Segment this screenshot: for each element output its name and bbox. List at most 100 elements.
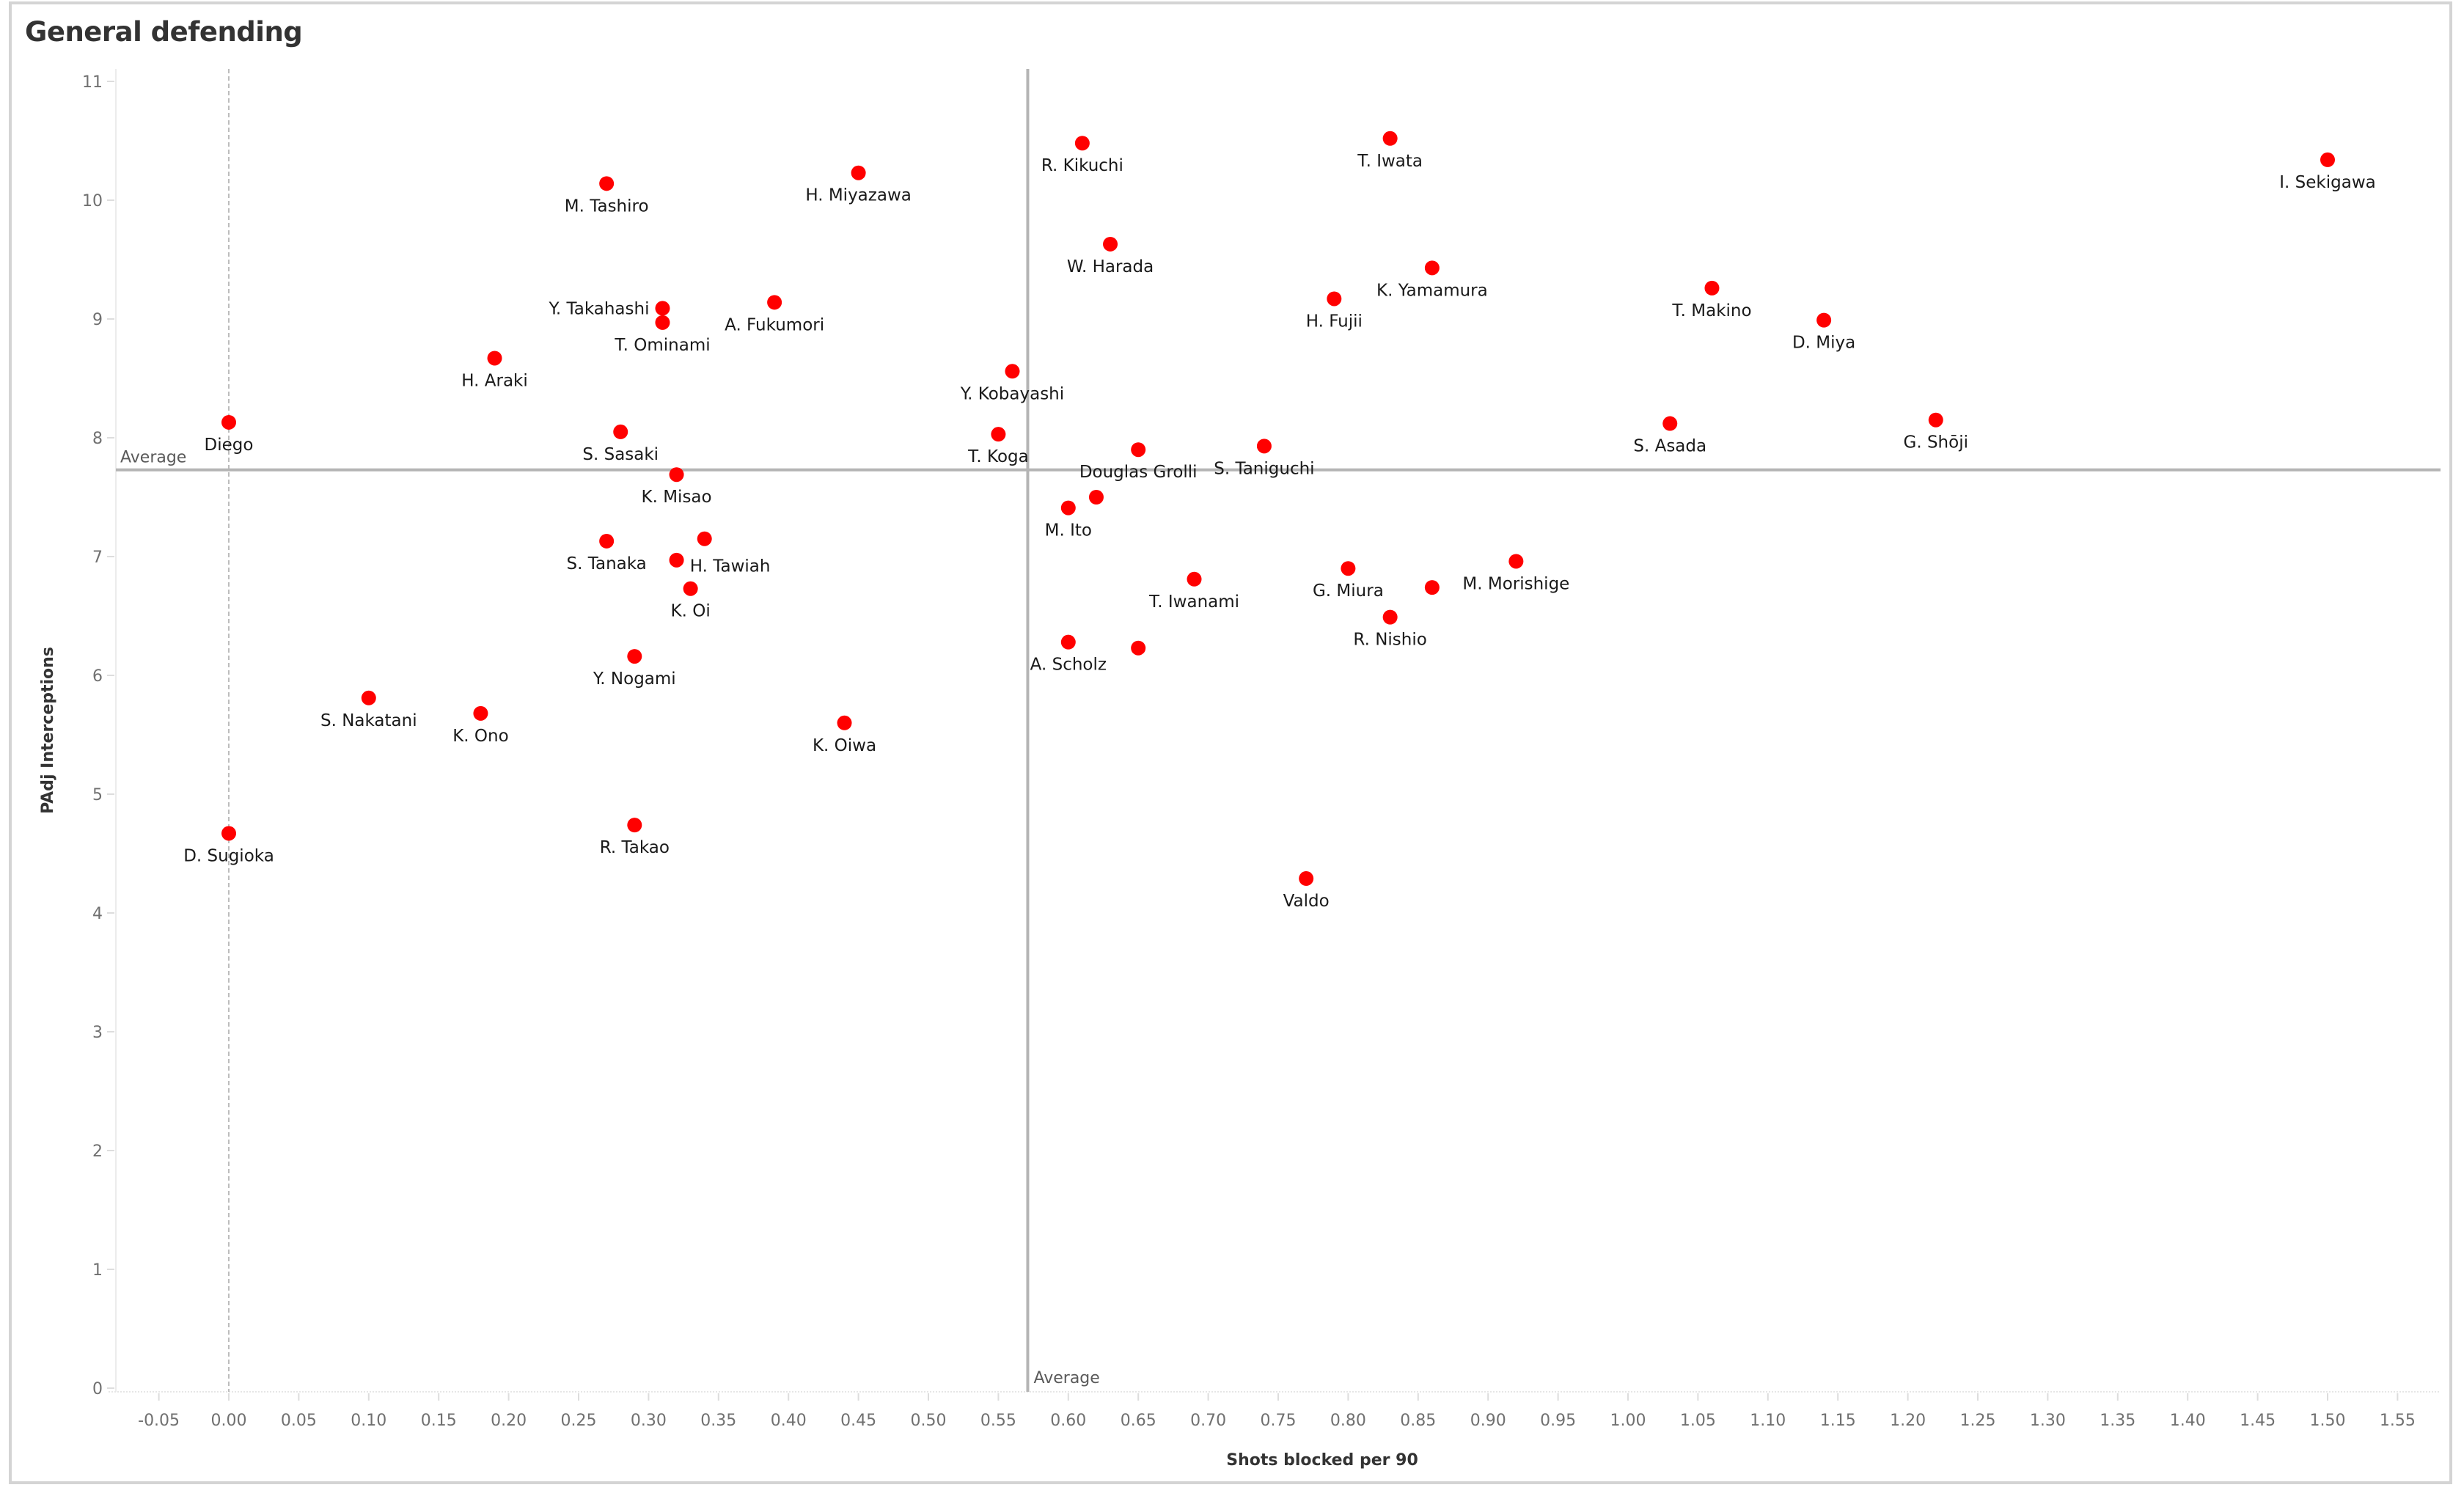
data-point xyxy=(1060,634,1076,650)
data-label: K. Oi xyxy=(671,602,711,621)
x-tick-label: 0.95 xyxy=(1540,1412,1576,1430)
data-label: H. Miyazawa xyxy=(805,186,912,205)
data-point xyxy=(1103,236,1118,252)
data-point xyxy=(1424,260,1440,276)
data-label: K. Yamamura xyxy=(1376,281,1488,300)
data-label: Y. Kobayashi xyxy=(960,384,1064,403)
scatter-chart: 0 1 2 3 4 5 6 7 8 9 10 11 -0.05 0.00 0.05 0.10 0.15 0.20 0… xyxy=(39,69,2441,1470)
x-axis-title: Shots blocked per 90 xyxy=(1226,1451,1418,1470)
data-label: A. Fukumori xyxy=(725,315,824,334)
data-label: S. Taniguchi xyxy=(1214,459,1314,478)
data-point xyxy=(1508,554,1524,569)
y-tick-label: 4 xyxy=(92,905,103,923)
data-point xyxy=(2320,152,2335,167)
data-point xyxy=(361,690,376,705)
data-label: I. Sekigawa xyxy=(2279,173,2375,192)
data-point xyxy=(1928,412,1943,428)
data-label: S. Asada xyxy=(1633,437,1706,456)
data-label: Valdo xyxy=(1283,892,1330,911)
data-label: T. Iwata xyxy=(1357,152,1423,171)
y-tick-label: 0 xyxy=(92,1380,103,1398)
data-label: K. Misao xyxy=(642,488,712,507)
x-tick-label: 1.25 xyxy=(1960,1412,1996,1430)
y-axis-title: PAdj Interceptions xyxy=(39,647,57,814)
data-label: M. Morishige xyxy=(1462,574,1569,593)
x-tick-label: 0.70 xyxy=(1190,1412,1226,1430)
data-label: Diego xyxy=(205,436,254,455)
x-tick-label: 0.80 xyxy=(1330,1412,1366,1430)
x-tick-label: 0.10 xyxy=(351,1412,386,1430)
x-tick-label: 1.15 xyxy=(1820,1412,1856,1430)
axes: 0 1 2 3 4 5 6 7 8 9 10 11 -0.05 0.00 0.05 0.10 0.15 0.20 0… xyxy=(82,69,2441,1430)
data-point xyxy=(1131,442,1146,458)
y-tick-label: 9 xyxy=(92,311,103,329)
data-label: Y. Nogami xyxy=(593,670,676,689)
y-tick-label: 3 xyxy=(92,1024,103,1042)
x-tick-label: 0.90 xyxy=(1470,1412,1506,1430)
average-label-y: Average xyxy=(120,449,186,467)
x-tick-label: 0.00 xyxy=(211,1412,247,1430)
data-point xyxy=(473,705,488,721)
x-tick-label: 0.85 xyxy=(1400,1412,1436,1430)
x-tick-label: 0.75 xyxy=(1261,1412,1297,1430)
data-point xyxy=(767,295,782,310)
x-tick-label: 0.30 xyxy=(631,1412,667,1430)
x-tick-label: 0.25 xyxy=(561,1412,597,1430)
data-point xyxy=(599,533,615,549)
x-tick-label: 1.50 xyxy=(2310,1412,2346,1430)
data-label: D. Miya xyxy=(1792,334,1855,353)
x-tick-label: 1.10 xyxy=(1750,1412,1786,1430)
data-label: R. Kikuchi xyxy=(1041,156,1123,175)
y-tick-label: 11 xyxy=(82,73,103,92)
data-point xyxy=(1424,580,1440,595)
x-tick-label: 1.30 xyxy=(2030,1412,2066,1430)
data-point xyxy=(851,165,866,180)
y-tick-label: 8 xyxy=(92,430,103,448)
x-tick-label: 0.60 xyxy=(1050,1412,1086,1430)
data-point xyxy=(613,424,628,439)
y-tick-label: 1 xyxy=(92,1261,103,1280)
x-tick-label: 0.50 xyxy=(911,1412,947,1430)
x-tick-label: 0.45 xyxy=(840,1412,876,1430)
x-tick-label: 1.55 xyxy=(2380,1412,2416,1430)
data-point xyxy=(1005,364,1020,379)
data-point xyxy=(627,818,642,833)
x-tick-label: 1.00 xyxy=(1610,1412,1646,1430)
data-point xyxy=(1382,131,1398,146)
data-label: H. Tawiah xyxy=(690,557,771,576)
data-point xyxy=(655,315,670,330)
x-tick-label: 1.20 xyxy=(1890,1412,1926,1430)
data-point xyxy=(1256,439,1272,454)
data-label: G. Miura xyxy=(1313,582,1384,601)
data-point xyxy=(669,552,684,568)
data-point xyxy=(837,715,852,730)
data-point xyxy=(991,427,1006,442)
x-tick-label: 1.40 xyxy=(2170,1412,2206,1430)
data-point xyxy=(697,531,712,546)
data-label: H. Fujii xyxy=(1306,312,1363,331)
data-points: Diego M. Tashiro H. Miyazawa R. Kikuchi T. I… xyxy=(183,131,2376,911)
x-tick-label: -0.05 xyxy=(138,1412,180,1430)
x-tick-label: 0.35 xyxy=(700,1412,736,1430)
data-point xyxy=(1341,561,1356,576)
x-tick-label: 1.05 xyxy=(1680,1412,1716,1430)
data-label: K. Oiwa xyxy=(813,736,876,755)
data-label: G. Shōji xyxy=(1904,433,1968,452)
data-label: H. Araki xyxy=(461,371,528,390)
x-tick-label: 1.35 xyxy=(2100,1412,2135,1430)
data-point xyxy=(1704,280,1720,296)
data-label: W. Harada xyxy=(1067,257,1154,276)
data-point xyxy=(1088,490,1104,505)
data-point xyxy=(683,581,698,596)
data-point xyxy=(1327,291,1342,307)
data-label: R. Takao xyxy=(600,838,670,857)
data-point xyxy=(599,176,615,191)
data-label: S. Sasaki xyxy=(582,445,659,464)
data-label: T. Koga xyxy=(967,447,1029,466)
x-tick-label: 1.45 xyxy=(2240,1412,2276,1430)
data-label: A. Scholz xyxy=(1030,656,1107,675)
data-label: T. Ominami xyxy=(614,336,710,355)
data-point xyxy=(1060,500,1076,516)
data-point xyxy=(221,414,236,430)
data-label: T. Iwanami xyxy=(1148,593,1239,612)
